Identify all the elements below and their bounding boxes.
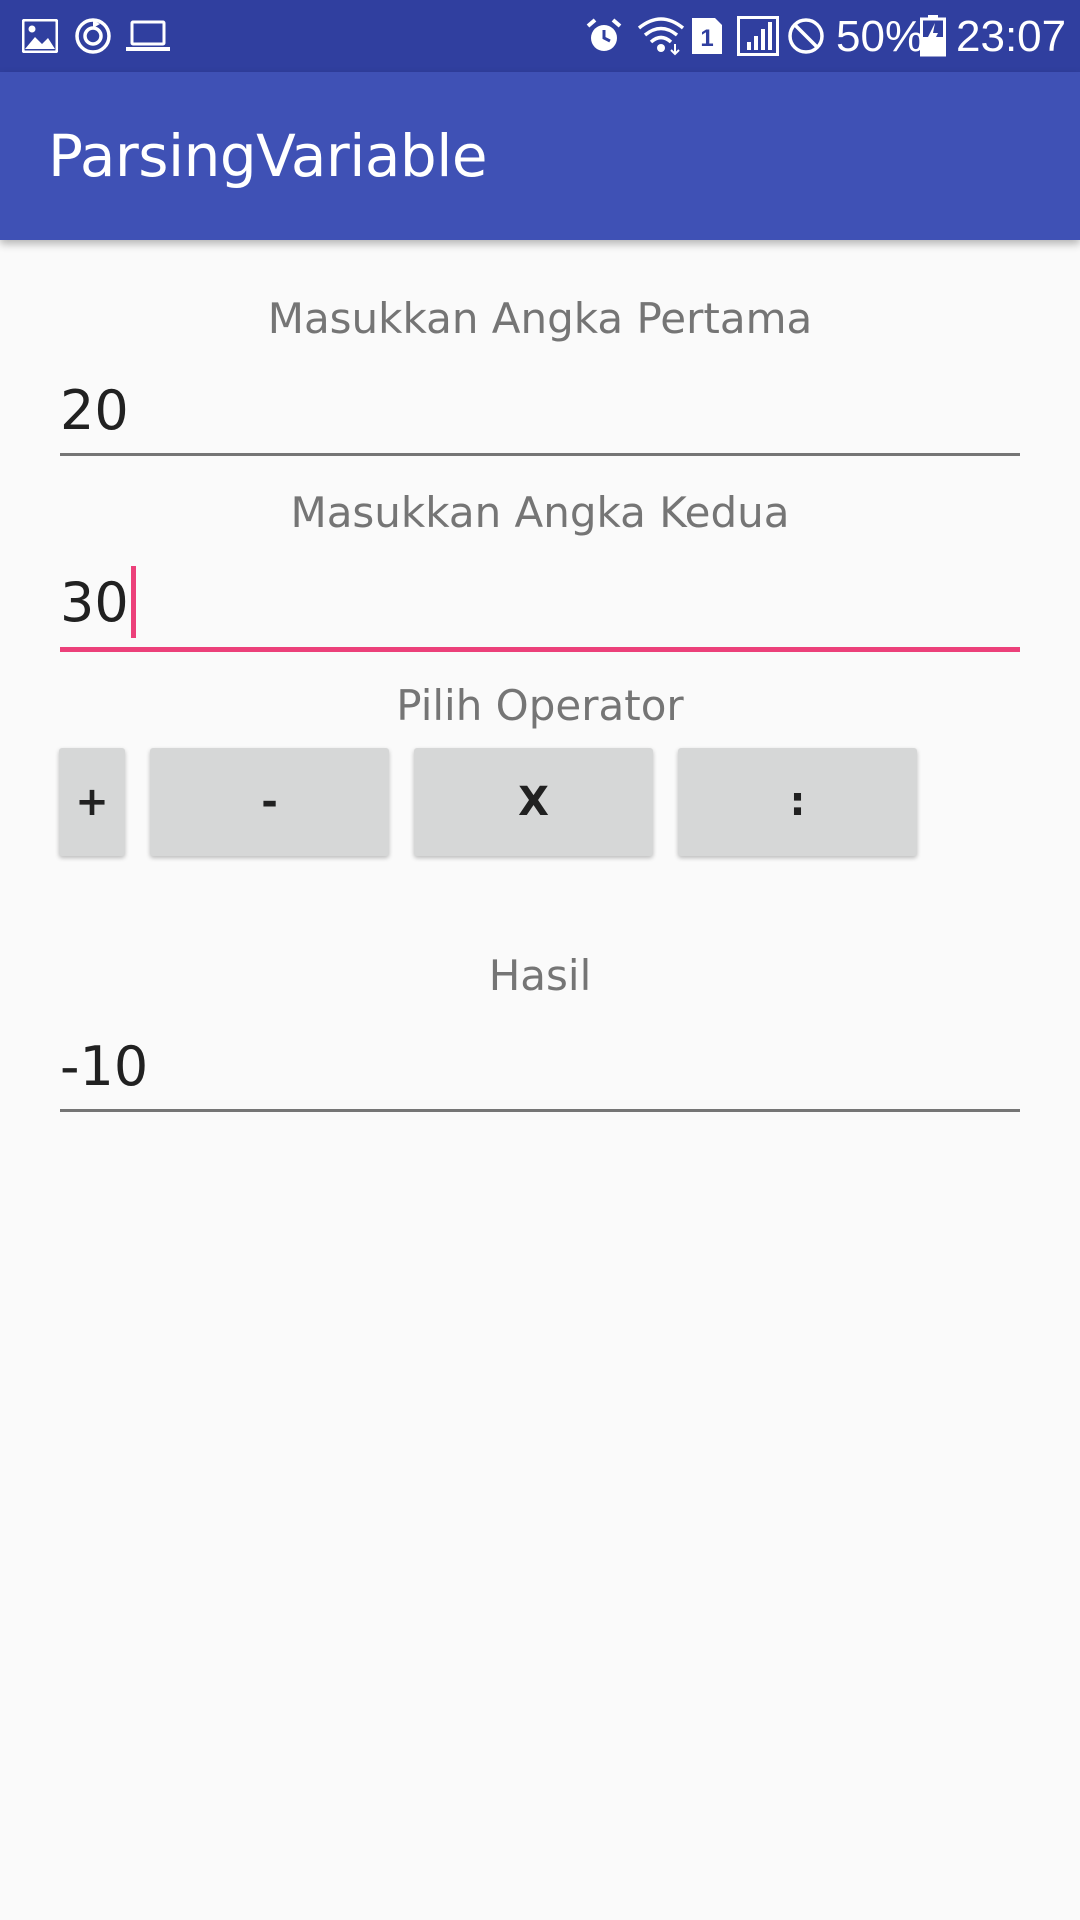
svg-text:1: 1 bbox=[700, 25, 713, 52]
clock: 23:07 bbox=[956, 12, 1067, 61]
result-value: -10 bbox=[60, 1035, 149, 1098]
second-number-value: 30 bbox=[60, 570, 129, 634]
result-underline bbox=[60, 1109, 1020, 1112]
app-bar: ParsingVariable bbox=[0, 72, 1080, 240]
battery-charging-icon bbox=[918, 0, 948, 72]
page-title: ParsingVariable bbox=[48, 122, 488, 190]
wifi-icon bbox=[636, 0, 686, 72]
do-not-disturb-icon bbox=[784, 0, 828, 72]
add-button[interactable]: + bbox=[59, 748, 125, 856]
sync-icon bbox=[72, 0, 114, 72]
battery-percent: 50% bbox=[836, 12, 925, 61]
first-number-input[interactable]: 20 bbox=[60, 364, 1020, 456]
sim-icon: 1 bbox=[690, 0, 724, 72]
second-number-underline bbox=[60, 647, 1020, 652]
subtract-button[interactable]: - bbox=[150, 748, 389, 856]
multiply-button[interactable]: X bbox=[414, 748, 653, 856]
divide-button[interactable]: : bbox=[678, 748, 917, 856]
first-number-underline bbox=[60, 453, 1020, 456]
second-number-label: Masukkan Angka Kedua bbox=[290, 488, 790, 537]
second-number-input[interactable]: 30 bbox=[60, 560, 1020, 652]
result-label: Hasil bbox=[488, 951, 592, 1000]
first-number-label: Masukkan Angka Pertama bbox=[267, 294, 813, 343]
image-icon bbox=[20, 0, 60, 72]
first-number-value: 20 bbox=[60, 379, 129, 442]
status-bar: 1 50% 23:07 bbox=[0, 0, 1080, 72]
alarm-icon bbox=[584, 0, 624, 72]
result-field[interactable]: -10 bbox=[60, 1020, 1020, 1112]
text-cursor bbox=[130, 566, 136, 638]
signal-icon bbox=[736, 0, 780, 72]
operator-label: Pilih Operator bbox=[396, 681, 684, 730]
laptop-icon bbox=[126, 0, 170, 72]
